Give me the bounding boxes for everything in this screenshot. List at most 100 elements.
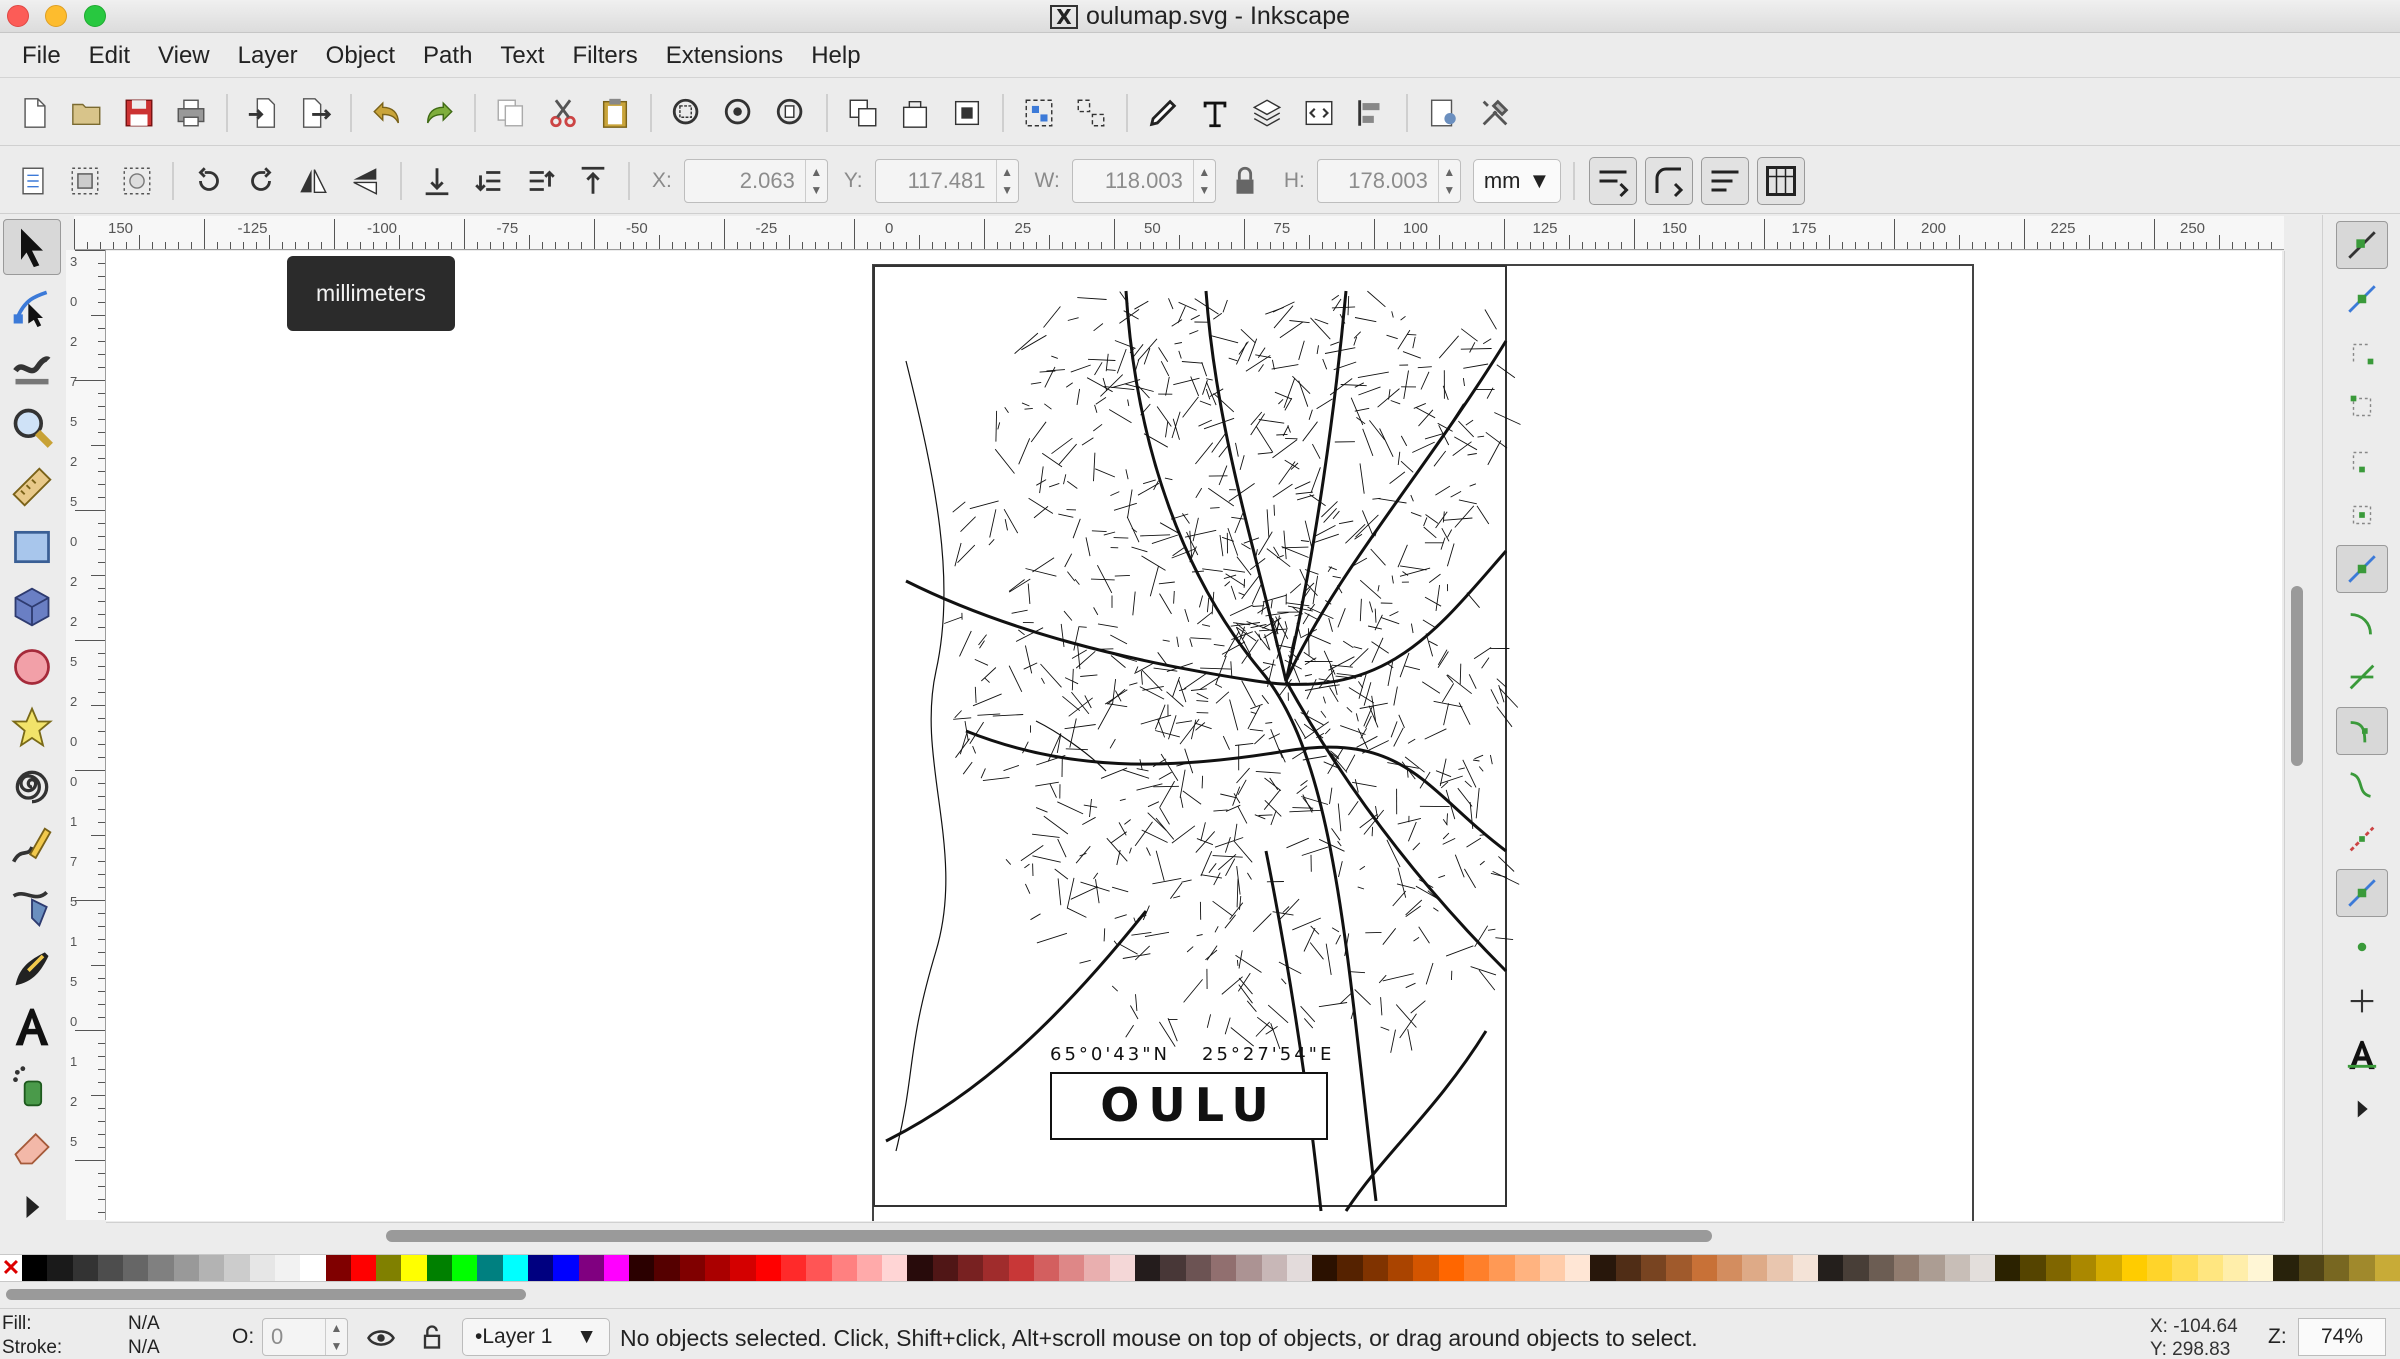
menu-view[interactable]: View [144,42,224,70]
color-swatch[interactable] [1008,1255,1034,1281]
color-swatch[interactable] [148,1255,174,1281]
color-swatch[interactable] [882,1255,908,1281]
x-input[interactable] [684,159,805,202]
rotate-ccw-button[interactable] [186,158,232,204]
color-swatch[interactable] [806,1255,832,1281]
redo-button[interactable] [416,90,462,136]
vertical-scroll-thumb[interactable] [2291,586,2303,766]
zoom-tool[interactable] [3,399,61,455]
node-tool[interactable] [3,279,61,335]
color-swatch[interactable] [1539,1255,1566,1281]
color-swatch[interactable] [780,1255,807,1281]
xml-editor-button[interactable] [1296,90,1342,136]
height-input[interactable] [1317,159,1438,202]
color-swatch[interactable] [603,1255,630,1281]
preferences-button[interactable] [1472,90,1518,136]
menu-edit[interactable]: Edit [75,42,144,70]
color-swatch[interactable] [2146,1255,2173,1281]
color-swatch[interactable] [856,1255,883,1281]
document-properties-button[interactable] [1420,90,1466,136]
width-input[interactable] [1072,159,1193,202]
color-swatch[interactable] [755,1255,781,1281]
color-swatch[interactable] [1286,1255,1313,1281]
color-swatch[interactable] [123,1255,149,1281]
color-swatch[interactable] [72,1255,98,1281]
more-tools-button[interactable] [3,1179,61,1235]
snap-text-baseline-toggle[interactable] [2336,1031,2388,1079]
color-swatch[interactable] [2071,1255,2097,1281]
color-swatch[interactable] [932,1255,958,1281]
color-swatch[interactable] [274,1255,301,1281]
color-swatch[interactable] [173,1255,200,1281]
color-swatch[interactable] [350,1255,377,1281]
color-swatch[interactable] [2045,1255,2072,1281]
color-swatch[interactable] [679,1255,706,1281]
snap-rotation-centers-toggle[interactable] [2336,977,2388,1025]
snap-cusp-nodes-toggle[interactable] [2335,707,2388,755]
lock-proportions-button[interactable] [1222,158,1268,204]
copy-button[interactable] [488,90,534,136]
y-input[interactable] [875,159,996,202]
color-swatch[interactable] [1691,1255,1717,1281]
move-gradients-toggle[interactable] [1701,156,1750,205]
width-spinbox[interactable]: ▲▼ [1071,158,1216,203]
x-stepper[interactable]: ▲ ▼ [804,159,827,202]
color-swatch[interactable] [1362,1255,1389,1281]
measure-tool[interactable] [3,459,61,515]
tweak-tool[interactable] [3,339,61,395]
color-swatch[interactable] [22,1255,48,1281]
color-swatch[interactable] [2349,1255,2375,1281]
unit-dropdown[interactable]: mm ▼ [1472,158,1562,203]
color-swatch[interactable] [1767,1255,1793,1281]
color-swatch[interactable] [2298,1255,2325,1281]
color-swatch[interactable] [2197,1255,2223,1281]
menu-text[interactable]: Text [486,42,558,70]
pen-tool[interactable] [3,879,61,935]
zoom-field[interactable]: 74% [2298,1318,2386,1356]
fill-stroke-button[interactable] [1140,90,1186,136]
color-swatch[interactable] [2374,1255,2400,1281]
layers-button[interactable] [1244,90,1290,136]
color-swatch[interactable] [2248,1255,2274,1281]
snap-object-centers-toggle[interactable] [2336,923,2388,971]
select-all-layers-button[interactable] [62,158,108,204]
color-swatch[interactable] [1565,1255,1591,1281]
snap-bbox-edges-toggle[interactable] [2336,329,2388,377]
color-swatch[interactable] [1059,1255,1085,1281]
flip-vertical-button[interactable] [342,158,388,204]
ungroup-button[interactable] [1068,90,1114,136]
lower-to-bottom-button[interactable] [414,158,460,204]
color-swatch[interactable] [452,1255,478,1281]
align-distribute-button[interactable] [1348,90,1394,136]
spray-tool[interactable] [3,1059,61,1115]
snap-bbox-midpoints-toggle[interactable] [2336,437,2388,485]
opacity-stepper[interactable]: ▲ ▼ [325,1319,347,1355]
current-layer-dropdown[interactable]: •Layer 1 ▼ [462,1318,610,1356]
color-swatch[interactable] [2222,1255,2249,1281]
x-spinbox[interactable]: ▲▼ [683,158,828,203]
scale-stroke-toggle[interactable] [1589,156,1638,205]
color-swatch[interactable] [1438,1255,1464,1281]
menu-filters[interactable]: Filters [558,42,651,70]
color-swatch[interactable] [1489,1255,1515,1281]
calligraphy-tool[interactable] [3,939,61,995]
y-stepper[interactable]: ▲ ▼ [995,159,1018,202]
color-swatch[interactable] [907,1255,933,1281]
horizontal-ruler[interactable]: 150 -125 -100 -75 -50 -25 0 25 50 75 100 125 150 175 2… [74,216,2284,250]
color-swatch[interactable] [325,1255,351,1281]
duplicate-button[interactable] [840,90,886,136]
color-swatch[interactable] [224,1255,250,1281]
snap-bbox-corners-toggle[interactable] [2336,383,2388,431]
color-swatch[interactable] [1615,1255,1641,1281]
vertical-scrollbar[interactable] [2284,251,2316,1221]
color-swatch[interactable] [1919,1255,1945,1281]
rectangle-tool[interactable] [3,519,61,575]
new-document-button[interactable] [12,90,58,136]
color-swatch[interactable] [1818,1255,1844,1281]
color-swatch[interactable] [1893,1255,1920,1281]
group-button[interactable] [1016,90,1062,136]
color-swatch[interactable] [553,1255,579,1281]
color-swatch[interactable] [730,1255,756,1281]
menu-extensions[interactable]: Extensions [652,42,797,70]
flip-horizontal-button[interactable] [290,158,336,204]
